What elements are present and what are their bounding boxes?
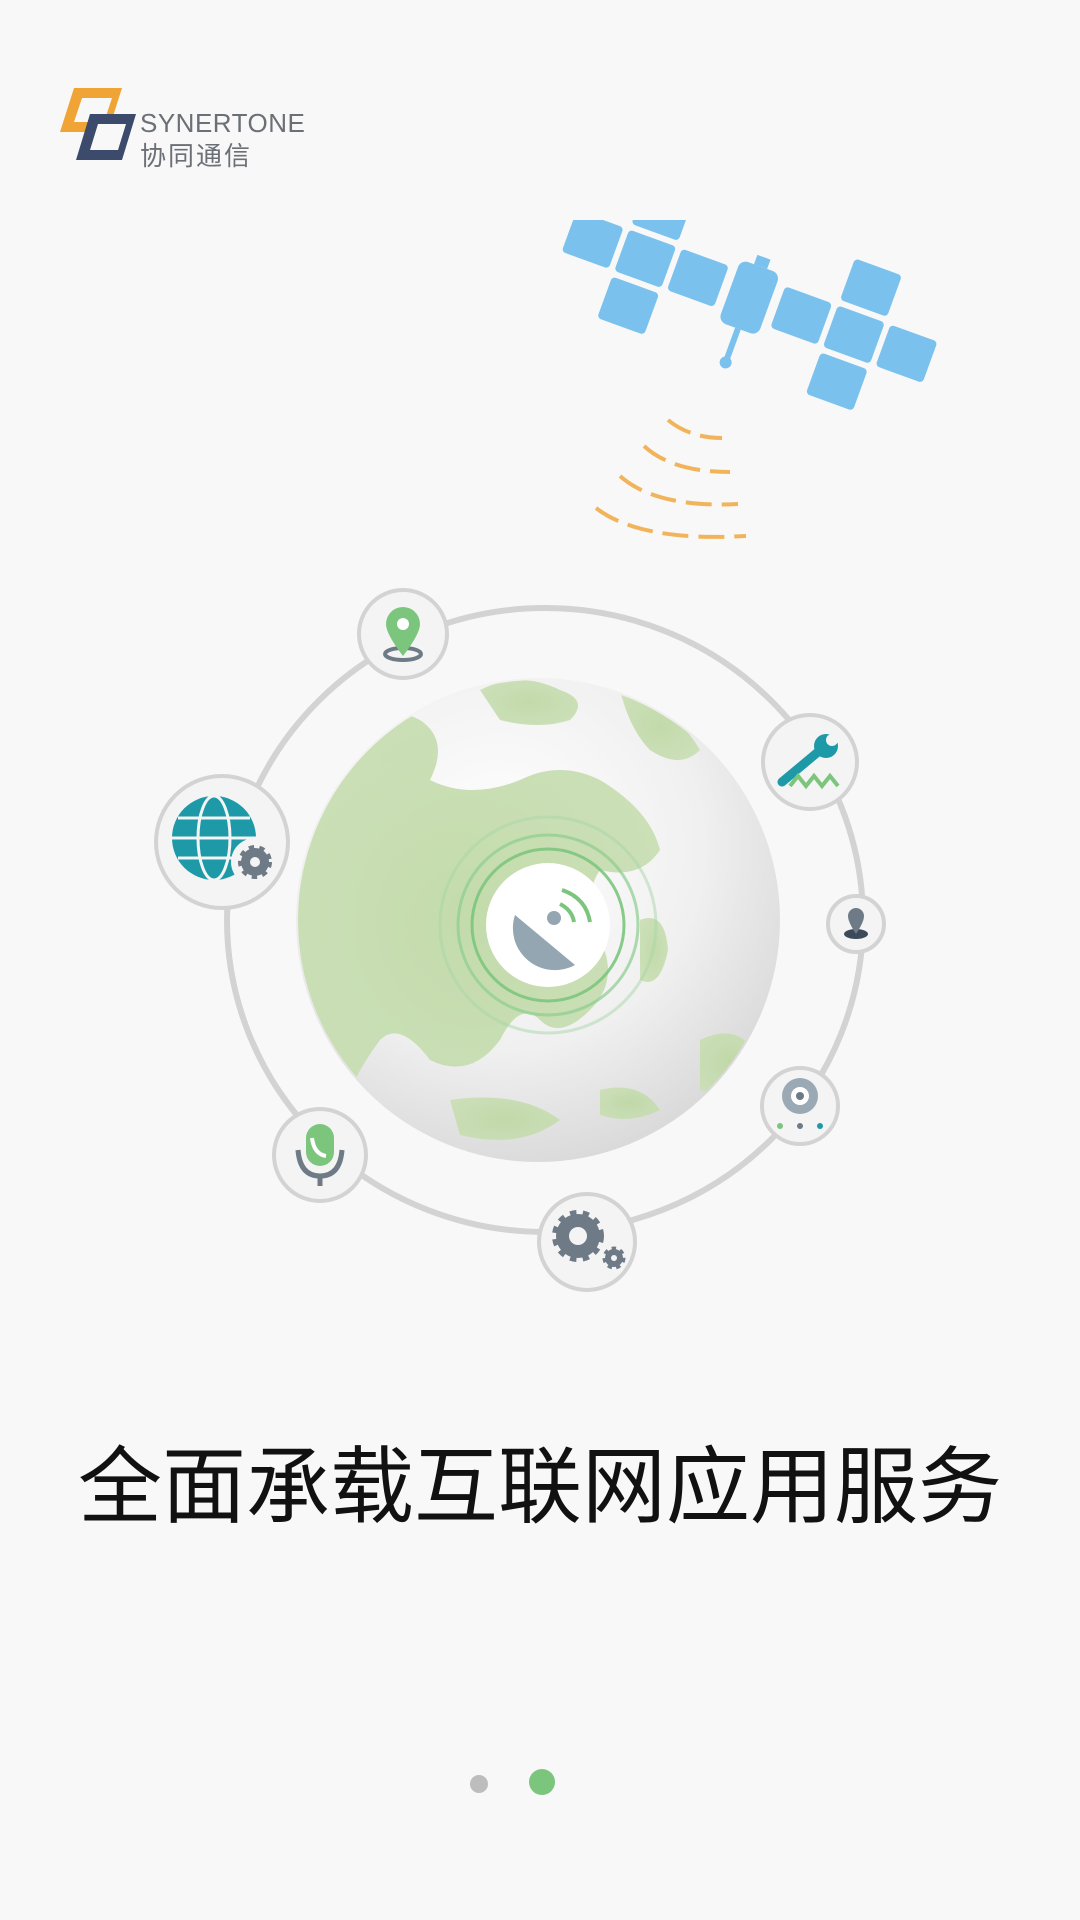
node-settings[interactable]: [537, 1192, 637, 1292]
page-dot-2-active[interactable]: [529, 1769, 555, 1795]
node-voice-call[interactable]: [272, 1107, 368, 1203]
page-indicator: [0, 1765, 1080, 1795]
satellite-icon: [562, 183, 937, 410]
node-globe-settings[interactable]: [154, 774, 290, 910]
brand-logo: SYNERTONE 协同通信: [56, 84, 316, 174]
page-dot-1[interactable]: [470, 1775, 488, 1793]
brand-name-cn: 协同通信: [140, 142, 253, 172]
node-person-pin[interactable]: [826, 894, 886, 954]
node-webcam[interactable]: [760, 1066, 840, 1146]
synertone-logo-mark-icon: [60, 88, 136, 160]
signal-waves-icon: [594, 418, 747, 539]
brand-name-en: SYNERTONE: [140, 108, 306, 138]
hero-illustration: [0, 183, 1080, 1320]
node-wrench[interactable]: [761, 713, 859, 811]
headline: 全面承载互联网应用服务: [77, 1438, 1002, 1536]
node-location-pin[interactable]: [357, 588, 449, 680]
globe: [296, 678, 780, 1162]
